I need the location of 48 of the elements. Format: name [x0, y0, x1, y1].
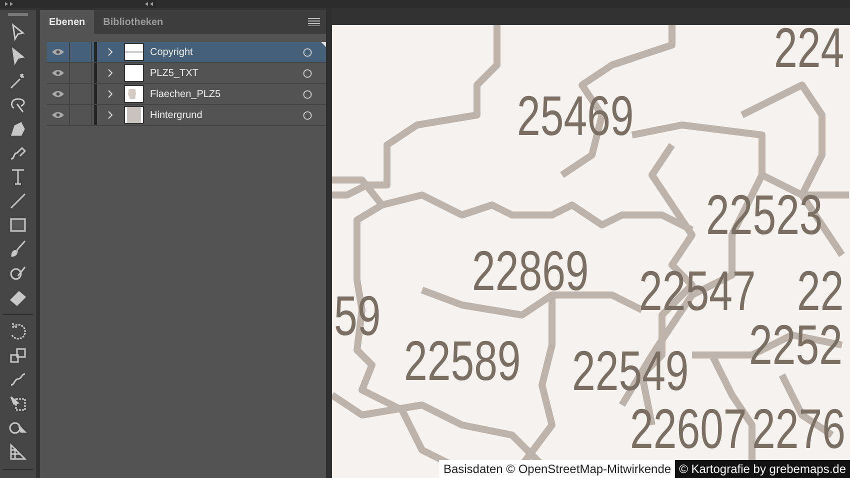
- layer-name: Copyright: [150, 46, 194, 58]
- postal-code-label: 2252: [749, 317, 842, 373]
- postal-code-label: 22589: [404, 333, 521, 389]
- postal-code-label: 2276: [752, 401, 846, 457]
- eye-icon[interactable]: [52, 69, 64, 77]
- target-circle-icon[interactable]: [303, 90, 312, 98]
- target-circle-icon[interactable]: [303, 110, 312, 120]
- postal-code-label: 59: [334, 288, 381, 344]
- postal-code-label: 25469: [517, 88, 634, 144]
- expand-icon[interactable]: [4, 1, 14, 7]
- layer-thumbnail: [124, 106, 144, 124]
- chevron-right-icon[interactable]: [108, 69, 113, 77]
- chevron-right-icon[interactable]: [108, 111, 113, 119]
- postal-code-label: 22869: [472, 243, 589, 299]
- perspective-grid-icon[interactable]: [8, 442, 28, 462]
- postal-code-label: 224: [774, 25, 844, 76]
- layer-thumbnail: [124, 64, 144, 82]
- layer-name: PLZ5_TXT: [150, 68, 200, 78]
- collapse-icon[interactable]: [144, 1, 154, 7]
- eye-icon[interactable]: [52, 111, 64, 119]
- credit-text: © Kartografie by grebemaps.de: [675, 460, 850, 478]
- layer-row[interactable]: Copyright: [47, 42, 326, 63]
- postal-code-label: 22: [797, 263, 844, 319]
- postal-code-label: 22547: [639, 263, 756, 319]
- free-transform-icon[interactable]: [8, 394, 28, 414]
- grip-icon: [8, 13, 28, 16]
- line-icon[interactable]: [8, 191, 28, 211]
- menu-icon[interactable]: [308, 18, 320, 26]
- layer-row[interactable]: Flaechen_PLZ5: [47, 84, 326, 105]
- attribution-text: Basisdaten © OpenStreetMap-Mitwirkende: [439, 460, 676, 478]
- eye-icon[interactable]: [52, 90, 64, 98]
- selection-corner-icon: [321, 42, 326, 47]
- target-circle-icon[interactable]: [303, 68, 312, 78]
- layer-thumbnail: [124, 85, 144, 103]
- layer-name: Flaechen_PLZ5: [150, 88, 222, 100]
- layer-row[interactable]: PLZ5_TXT: [47, 63, 326, 84]
- scale-icon[interactable]: [8, 346, 28, 366]
- postal-code-label: 22549: [572, 343, 689, 399]
- panel-tab[interactable]: Ebenen: [40, 10, 94, 34]
- chevron-right-icon[interactable]: [108, 90, 113, 98]
- postal-code-label: 22523: [706, 187, 823, 243]
- postal-code-label: 22607: [630, 401, 747, 457]
- layer-name: Hintergrund: [150, 110, 204, 120]
- target-circle-icon[interactable]: [303, 48, 312, 56]
- layer-thumbnail: [124, 43, 144, 61]
- eye-icon[interactable]: [52, 48, 64, 56]
- layer-row[interactable]: Hintergrund: [47, 105, 326, 126]
- chevron-right-icon[interactable]: [108, 48, 113, 56]
